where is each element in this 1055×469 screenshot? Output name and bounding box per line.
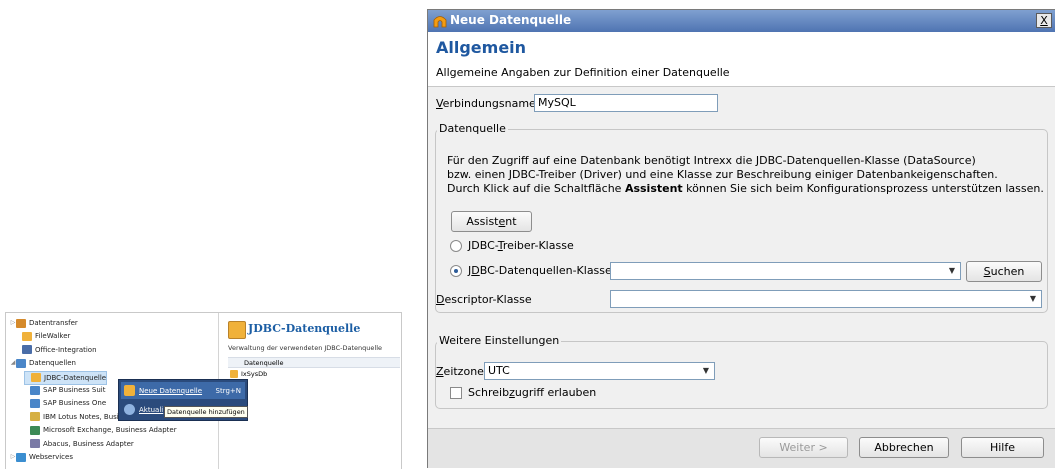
jdbc-subtitle: Verwaltung der verwendeten JDBC-Datenque… — [228, 344, 383, 352]
new-datasource-icon — [124, 385, 135, 396]
tree-item-icon — [30, 425, 40, 435]
search-button[interactable]: Suchen — [966, 261, 1042, 282]
chevron-down-icon[interactable]: ▼ — [945, 264, 959, 278]
help-button[interactable]: Hilfe — [961, 437, 1044, 458]
tree-item-label: Webservices — [29, 453, 73, 461]
description-text: Durch Klick auf die Schaltfläche — [447, 182, 625, 195]
description-line-2: bzw. einen JDBC-Treiber (Driver) und ein… — [447, 168, 998, 181]
datasource-class-radio[interactable] — [450, 265, 462, 277]
close-button[interactable]: X — [1036, 13, 1052, 28]
settings-group-title: Weitere Einstellungen — [437, 334, 562, 347]
tree-panel: ▷ Datentransfer FileWalker Office-Integrati… — [5, 312, 402, 469]
tree-item-icon — [30, 385, 40, 395]
description-line-3: Durch Klick auf die Schaltfläche Assiste… — [447, 182, 1044, 195]
jdbc-folder-icon — [228, 321, 246, 339]
description-line-1: Für den Zugriff auf eine Datenbank benöt… — [447, 154, 976, 167]
tree-item-label: SAP Business One — [43, 399, 107, 408]
tooltip: Datenquelle hinzufügen — [164, 406, 248, 418]
tree-item[interactable]: ▷ Datentransfer — [10, 317, 78, 329]
write-access-label[interactable]: Schreibzugriff erlauben — [468, 386, 596, 399]
driver-class-radio[interactable] — [450, 240, 462, 252]
tree-item-icon — [16, 452, 26, 462]
datasource-icon — [230, 370, 238, 378]
tree-item-label: SAP Business Suit — [43, 386, 106, 394]
refresh-icon — [124, 404, 135, 415]
datasource-class-combo[interactable]: ▼ — [610, 262, 961, 280]
chevron-down-icon[interactable]: ▼ — [1026, 292, 1040, 306]
close-icon: X — [1040, 14, 1048, 27]
chevron-down-icon[interactable]: ▼ — [699, 364, 713, 378]
tree-item[interactable]: SAP Business One — [24, 397, 106, 409]
tree-item[interactable]: Microsoft Exchange, Business Adapter — [24, 424, 177, 436]
combo-value: UTC — [488, 364, 510, 377]
description-bold: Assistent — [624, 182, 683, 195]
label-text: Descriptor-Klasse — [436, 293, 532, 306]
datasource-group-title: Datenquelle — [437, 122, 508, 135]
timezone-combo[interactable]: UTC ▼ — [484, 362, 715, 380]
tree-item[interactable]: SAP Business Suit — [24, 384, 105, 396]
menu-shortcut: Strg+N — [215, 386, 242, 395]
new-datasource-dialog: Neue Datenquelle X Allgemein Allgemeine … — [427, 9, 1055, 468]
descriptor-class-combo[interactable]: ▼ — [610, 290, 1042, 308]
tree-item-label: Office-Integration — [35, 345, 97, 354]
tree-item-icon — [16, 358, 26, 368]
tree-item-label: Datenquellen — [29, 359, 76, 368]
tree-item[interactable]: Office-Integration — [16, 344, 97, 356]
cancel-button[interactable]: Abbrechen — [859, 437, 949, 458]
tree-item-icon — [22, 331, 32, 341]
tree-item[interactable]: JDBC-Datenquelle — [24, 370, 108, 385]
menu-item-new-datasource[interactable]: Neue Datenquelle Strg+N — [121, 382, 245, 399]
timezone-label: Zeitzone — [436, 365, 484, 378]
tree-item-icon — [30, 439, 40, 449]
next-button[interactable]: Weiter > — [759, 437, 848, 458]
label-text: Assistent — [466, 215, 517, 228]
tree-item[interactable]: ◢ Datenquellen — [10, 357, 76, 369]
label-text: JDBC-Datenquellen-Klasse — [468, 264, 612, 277]
dialog-title: Neue Datenquelle — [450, 13, 572, 27]
description-text: können Sie sich beim Konfigurationsproze… — [682, 182, 1044, 195]
menu-item-label: Aktuali — [139, 405, 164, 414]
tree-item-icon — [30, 412, 40, 422]
dialog-header: Allgemein Allgemeine Angaben zur Definit… — [428, 32, 1055, 87]
tree-item[interactable]: FileWalker — [16, 330, 70, 342]
tree-item[interactable]: Abacus, Business Adapter — [24, 438, 134, 450]
tree-item-icon — [31, 373, 41, 383]
tree-item[interactable]: ▷ Webservices — [10, 451, 73, 463]
tree-item-label: FileWalker — [35, 332, 71, 341]
app-icon — [433, 16, 447, 28]
assistant-button[interactable]: Assistent — [451, 211, 532, 232]
descriptor-class-label: Descriptor-Klasse — [436, 293, 532, 306]
datasource-list-item[interactable]: IxSysDb — [230, 370, 267, 378]
tree-item-label: Abacus, Business Adapter — [43, 439, 134, 448]
tree-item-icon — [16, 318, 26, 328]
driver-class-label[interactable]: JDBC-Treiber-Klasse — [468, 239, 574, 252]
dialog-footer: Weiter > Abbrechen Hilfe — [428, 429, 1055, 468]
jdbc-header-title: JDBC-Datenquelle — [248, 322, 361, 335]
tree-item-icon — [22, 345, 32, 355]
tree-item-icon — [30, 398, 40, 408]
dialog-titlebar[interactable]: Neue Datenquelle X — [428, 10, 1055, 32]
tree-item-label: Microsoft Exchange, Business Adapter — [43, 426, 177, 435]
label-text: Suchen — [983, 265, 1025, 278]
connection-name-field[interactable]: MySQL — [534, 94, 718, 112]
datasource-column-header[interactable]: Datenquelle — [228, 357, 400, 368]
menu-item-label: Neue Datenquelle — [139, 386, 203, 395]
write-access-checkbox[interactable] — [450, 387, 462, 399]
connection-name-label: Verbindungsname — [436, 97, 536, 110]
tree-item-label: Datentransfer — [29, 319, 78, 327]
tree-item-label: JDBC-Datenquelle — [44, 373, 107, 382]
label-text: JDBC-Treiber-Klasse — [468, 239, 574, 252]
page-subtitle: Allgemeine Angaben zur Definition einer … — [436, 66, 730, 79]
datasource-row-label: IxSysDb — [241, 370, 268, 378]
datasource-class-label[interactable]: JDBC-Datenquellen-Klasse — [468, 264, 612, 277]
label-text: Schreibzugriff erlauben — [468, 386, 597, 399]
page-title: Allgemein — [436, 38, 527, 57]
label-text: Zeitzone — [436, 365, 484, 378]
